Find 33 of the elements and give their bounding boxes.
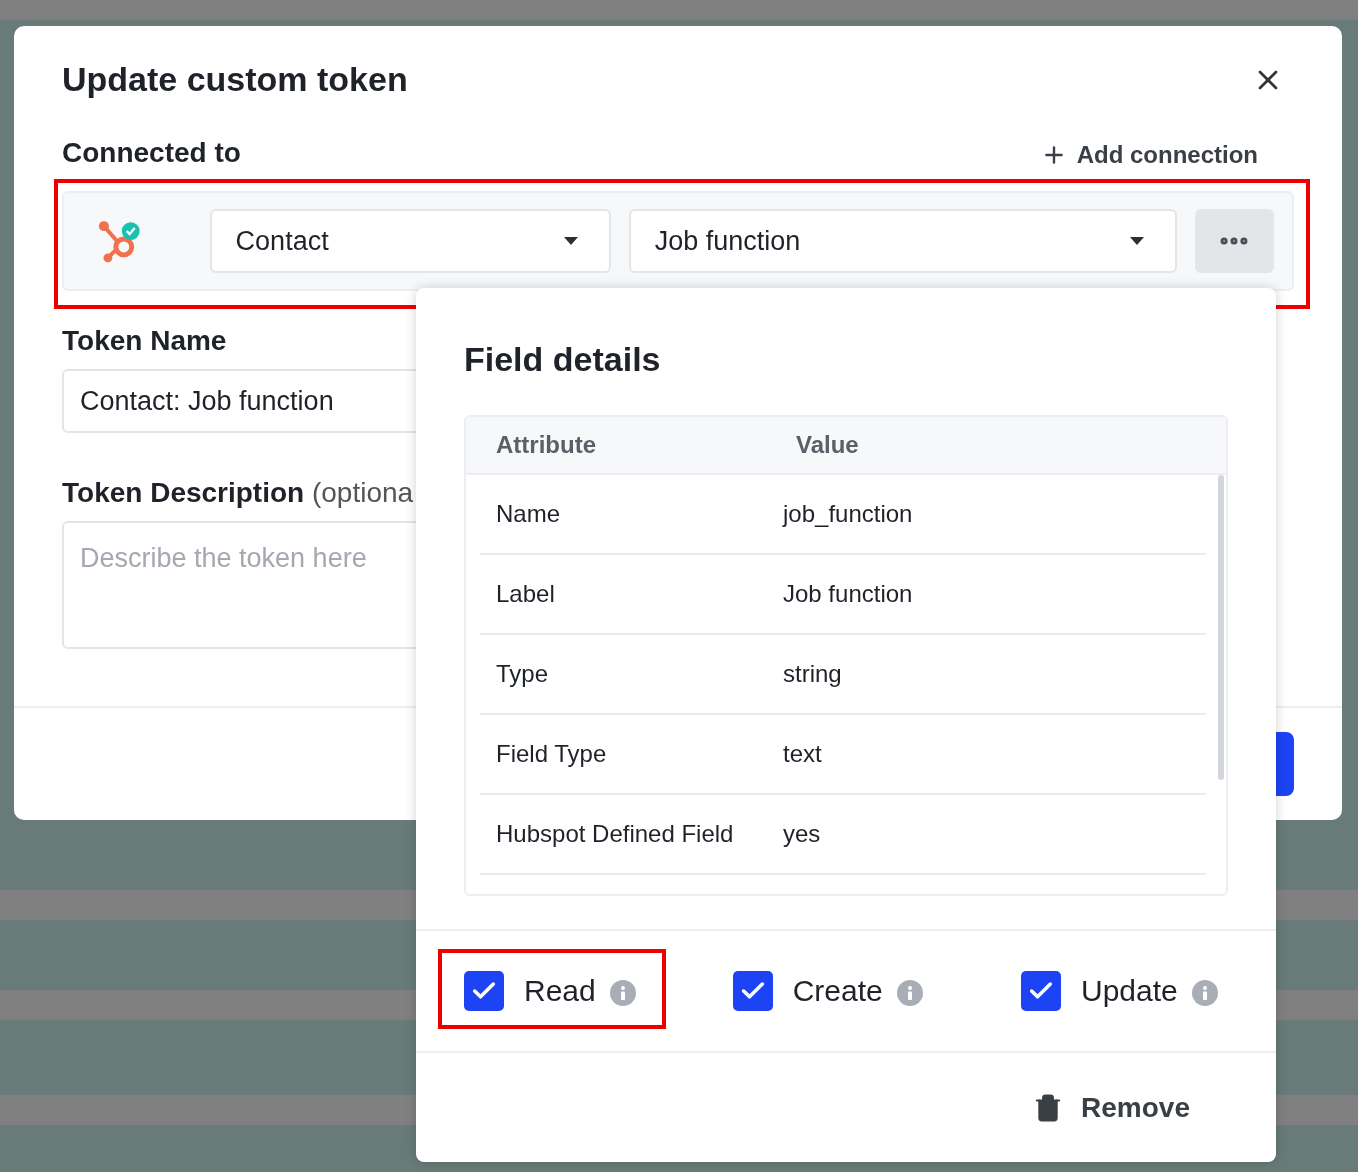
dialog-title: Update custom token (62, 60, 408, 99)
more-icon[interactable] (1194, 209, 1274, 273)
column-header: Value (796, 431, 860, 459)
remove-button[interactable]: Remove (1027, 1090, 1196, 1125)
hub-connector-icon (96, 218, 142, 264)
add-connection-link[interactable]: Add connection (1040, 141, 1258, 169)
table-cell-text: yes (783, 820, 822, 848)
table-cell-text: Job function (783, 580, 914, 608)
field-select[interactable]: Job function (628, 209, 1177, 273)
permission-label: Read (524, 974, 596, 1008)
table-cell-text: text (783, 740, 823, 768)
caret-icon (562, 236, 579, 246)
caret-icon (1128, 236, 1145, 246)
token-name-label: Token Name (62, 325, 228, 357)
permission-label: Create (792, 974, 883, 1008)
object-select[interactable]: Contact (209, 209, 611, 273)
table-cell-text: Label (496, 580, 556, 608)
permission-label: Update (1081, 974, 1178, 1008)
table-cell-text: Type (496, 660, 550, 688)
info-icon[interactable] (896, 980, 923, 1006)
connected-to-label: Connected to (62, 137, 241, 169)
table-cell-text: Hubspot Defined Field (496, 820, 735, 848)
scrollbar[interactable] (1218, 475, 1224, 780)
checkbox[interactable] (732, 971, 773, 1011)
column-header: Attribute (496, 431, 597, 459)
table-cell-text: string (783, 660, 843, 688)
info-icon[interactable] (1191, 980, 1218, 1006)
table-cell-text: Field Type (496, 740, 608, 768)
info-icon[interactable] (609, 980, 636, 1006)
table-cell-text: job_function (783, 500, 914, 528)
checkbox[interactable] (1021, 971, 1061, 1011)
checkbox[interactable] (464, 971, 504, 1011)
token-description-label: Token Description (optiona (62, 477, 415, 509)
